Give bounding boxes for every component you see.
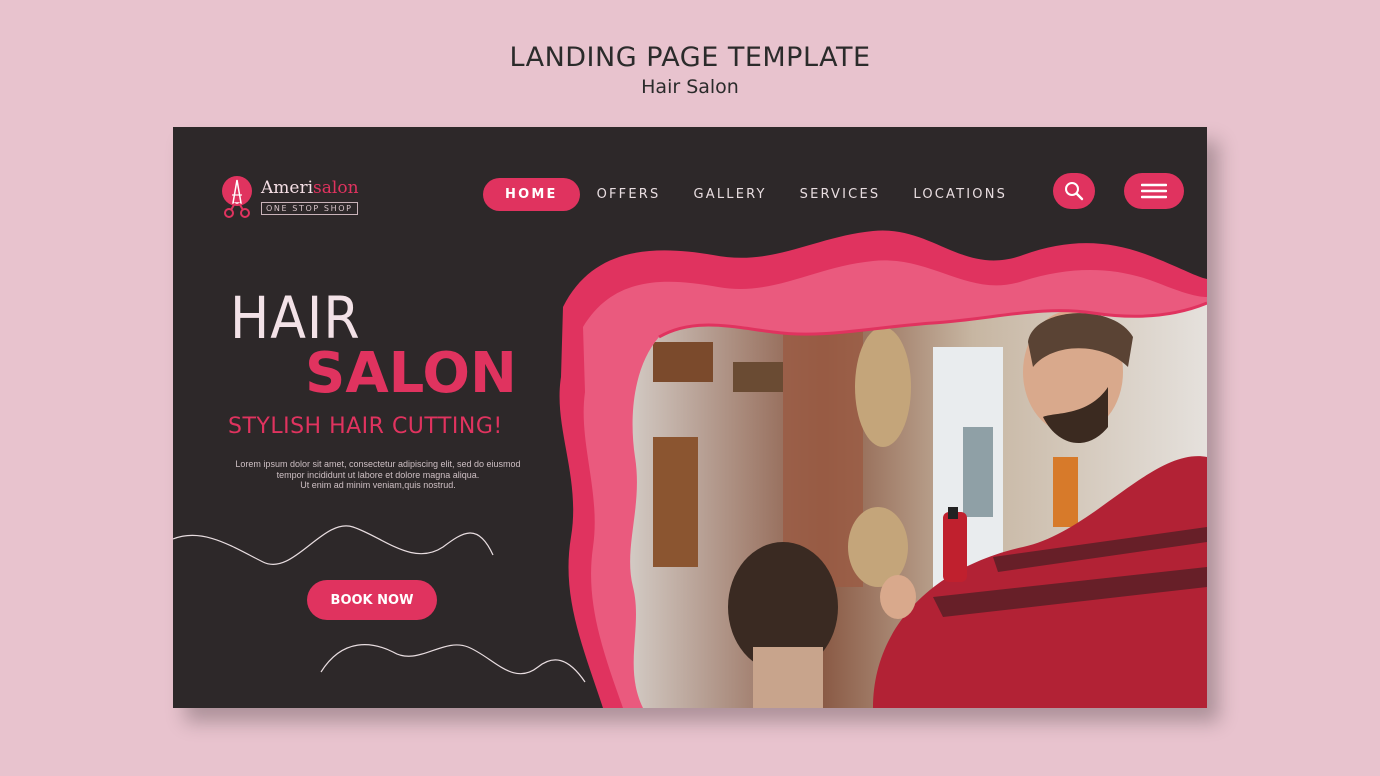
- page-subtitle: Hair Salon: [641, 76, 739, 98]
- nav-services[interactable]: SERVICES: [800, 187, 881, 202]
- hamburger-menu-icon: [1141, 183, 1167, 199]
- book-now-button[interactable]: BOOK NOW: [307, 580, 437, 620]
- brand-logo[interactable]: Amerisalon ONE STOP SHOP: [221, 175, 359, 219]
- main-nav: HOME OFFERS GALLERY SERVICES LOCATIONS: [483, 177, 1007, 211]
- search-button[interactable]: [1053, 173, 1095, 209]
- eiffel-scissors-icon: [222, 176, 252, 218]
- search-icon: [1065, 182, 1084, 201]
- nav-home[interactable]: HOME: [483, 177, 580, 211]
- hero-description: Lorem ipsum dolor sit amet, consectetur …: [235, 459, 521, 490]
- brand-tagline: ONE STOP SHOP: [261, 202, 358, 215]
- hero-title-line2: SALON: [305, 341, 517, 406]
- landing-page-mockup: Amerisalon ONE STOP SHOP HOME OFFERS GAL…: [173, 127, 1207, 708]
- nav-gallery[interactable]: GALLERY: [693, 187, 766, 202]
- menu-button[interactable]: [1124, 173, 1184, 209]
- page-heading: LANDING PAGE TEMPLATE Hair Salon: [0, 40, 1380, 98]
- nav-offers[interactable]: OFFERS: [597, 187, 661, 202]
- page-title: LANDING PAGE TEMPLATE: [509, 42, 871, 73]
- nav-locations[interactable]: LOCATIONS: [913, 187, 1007, 202]
- brand-name: Amerisalon: [261, 178, 359, 198]
- hero-subtitle: STYLISH HAIR CUTTING!: [228, 414, 503, 439]
